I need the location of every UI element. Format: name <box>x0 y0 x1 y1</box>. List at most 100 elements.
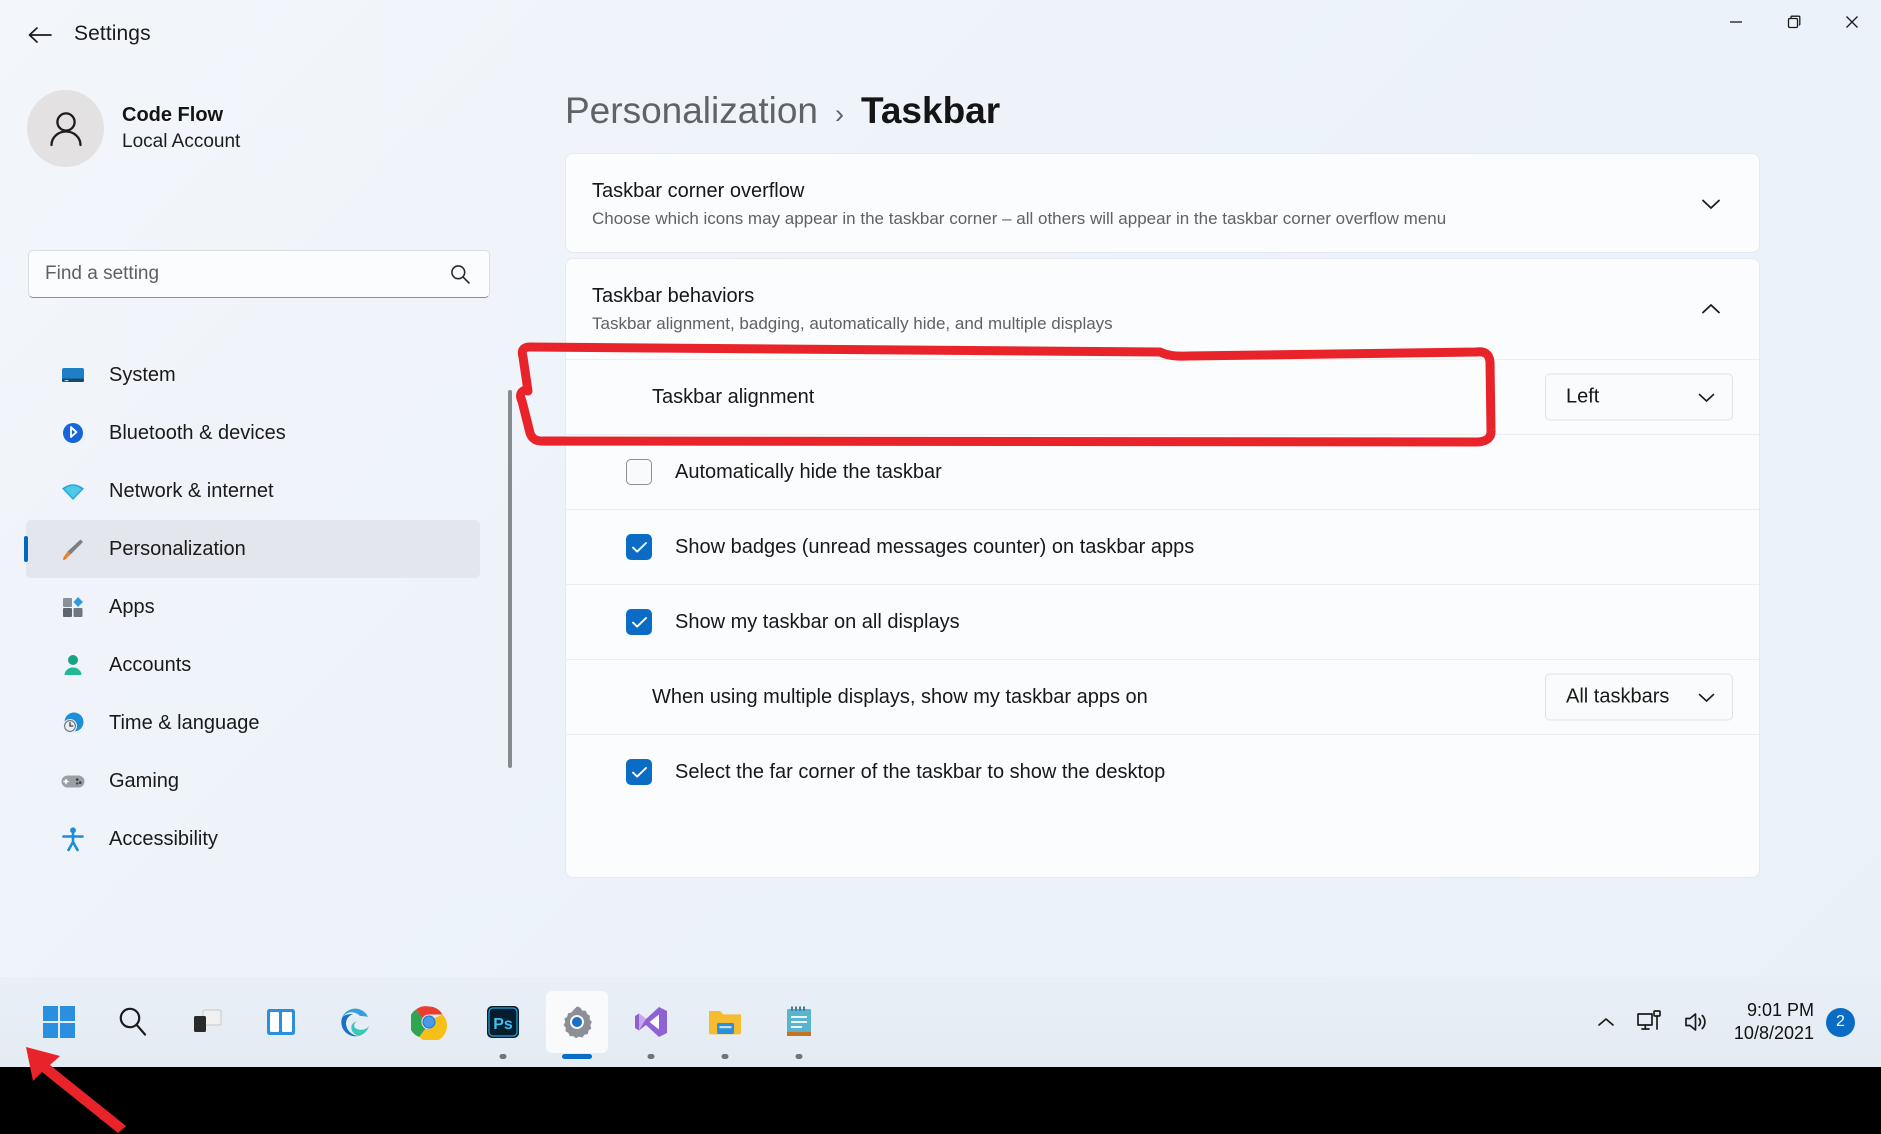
show-taskbar-all-displays-checkbox[interactable] <box>626 609 652 635</box>
minimize-button[interactable] <box>1707 0 1765 44</box>
setting-label: Show my taskbar on all displays <box>675 610 960 633</box>
desktop-background <box>0 1067 1881 1134</box>
speaker-icon <box>1685 1013 1706 1031</box>
sidebar: Code Flow Local Account Find a setting S… <box>0 68 512 977</box>
tray-overflow-button[interactable] <box>1586 991 1626 1053</box>
chevron-up-icon <box>1702 304 1720 314</box>
taskbar-alignment-dropdown[interactable]: Left <box>1545 373 1733 421</box>
sidebar-item-apps[interactable]: Apps <box>26 578 480 636</box>
page-title: Taskbar <box>860 90 1001 131</box>
start-button[interactable] <box>28 991 90 1053</box>
check-icon <box>631 766 647 778</box>
edge-icon <box>341 1008 369 1037</box>
running-indicator <box>795 1054 803 1059</box>
svg-text:Ps: Ps <box>493 1016 513 1033</box>
search-input[interactable] <box>29 263 449 285</box>
setting-row-show-taskbar-all-displays[interactable]: Show my taskbar on all displays <box>566 584 1759 659</box>
show-badges-checkbox[interactable] <box>626 534 652 560</box>
app-title: Settings <box>74 22 151 45</box>
sidebar-item-label: Accessibility <box>109 827 218 850</box>
chrome-icon <box>411 1006 447 1040</box>
card-subtitle: Choose which icons may appear in the tas… <box>592 208 1447 228</box>
widgets-icon <box>267 1009 295 1035</box>
clock-globe-icon <box>58 709 87 738</box>
search-button[interactable] <box>102 991 164 1053</box>
network-button[interactable] <box>1626 991 1674 1053</box>
search-icon <box>119 1007 147 1036</box>
setting-label: Automatically hide the taskbar <box>675 460 942 483</box>
expand-collapse-button[interactable] <box>1691 184 1731 224</box>
card-title: Taskbar corner overflow <box>592 179 805 202</box>
settings[interactable] <box>546 991 608 1059</box>
chevron-down-icon <box>1698 693 1715 702</box>
taskbar: Ps 9:01 PM 10/8/2021 2 <box>0 977 1881 1067</box>
adobe-photoshop[interactable]: Ps <box>472 991 534 1059</box>
close-icon <box>1846 16 1858 28</box>
sidebar-item-personalization[interactable]: Personalization <box>24 520 480 578</box>
breadcrumb-separator: › <box>834 99 844 129</box>
setting-row-taskbar-alignment[interactable]: Taskbar alignment Left <box>566 359 1759 434</box>
maximize-button[interactable] <box>1765 0 1823 44</box>
sidebar-item-time-language[interactable]: Time & language <box>26 694 480 752</box>
multiple-displays-dropdown[interactable]: All taskbars <box>1545 673 1733 721</box>
search-box[interactable] <box>28 250 490 298</box>
far-corner-show-desktop-checkbox[interactable] <box>626 759 652 785</box>
setting-row-far-corner-show-desktop[interactable]: Select the far corner of the taskbar to … <box>566 734 1759 809</box>
setting-row-show-badges[interactable]: Show badges (unread messages counter) on… <box>566 509 1759 584</box>
sidebar-item-gaming[interactable]: Gaming <box>26 752 480 810</box>
account-name: Code Flow <box>122 104 224 127</box>
visual-studio[interactable] <box>620 991 682 1059</box>
back-button[interactable] <box>20 16 60 54</box>
account-block[interactable]: Code Flow Local Account <box>27 90 240 167</box>
folder-icon <box>709 1011 741 1035</box>
windows-logo-icon <box>43 1006 75 1038</box>
volume-button[interactable] <box>1674 991 1720 1053</box>
window-controls <box>1707 0 1881 44</box>
auto-hide-taskbar-checkbox[interactable] <box>626 459 652 485</box>
google-chrome[interactable] <box>398 991 460 1053</box>
setting-row-auto-hide-taskbar[interactable]: Automatically hide the taskbar <box>566 434 1759 509</box>
sidebar-item-label: System <box>109 363 176 386</box>
sidebar-item-bluetooth-devices[interactable]: Bluetooth & devices <box>26 404 480 462</box>
running-indicator <box>721 1054 729 1059</box>
chevron-up-icon <box>1598 1018 1614 1026</box>
sidebar-item-accounts[interactable]: Accounts <box>26 636 480 694</box>
notepad[interactable] <box>768 991 830 1059</box>
sidebar-item-accessibility[interactable]: Accessibility <box>26 810 480 868</box>
clock[interactable]: 9:01 PM 10/8/2021 <box>1720 999 1826 1045</box>
card-taskbar-behaviors[interactable]: Taskbar behaviors Taskbar alignment, bad… <box>565 258 1760 878</box>
card-header[interactable]: Taskbar behaviors Taskbar alignment, bad… <box>566 259 1759 359</box>
settings-gear-icon <box>563 1006 592 1039</box>
bluetooth-icon <box>58 419 87 448</box>
search-icon <box>449 263 489 285</box>
visual-studio-icon <box>635 1007 667 1037</box>
widgets-button[interactable] <box>250 991 312 1053</box>
active-indicator <box>562 1054 592 1059</box>
settings-window: Settings Code Flow Local Account Find a … <box>0 0 1881 977</box>
task-view-icon <box>194 1009 222 1032</box>
setting-row-multiple-displays-apps[interactable]: When using multiple displays, show my ta… <box>566 659 1759 734</box>
dropdown-value: Left <box>1566 385 1600 408</box>
close-button[interactable] <box>1823 0 1881 44</box>
check-icon <box>631 541 647 553</box>
file-explorer[interactable] <box>694 991 756 1059</box>
task-view-button[interactable] <box>176 991 238 1053</box>
sidebar-item-system[interactable]: System <box>26 346 480 404</box>
setting-label: Taskbar alignment <box>652 385 815 408</box>
photoshop-icon: Ps <box>487 1006 519 1038</box>
accessibility-person-icon <box>58 825 87 854</box>
expand-collapse-button[interactable] <box>1691 289 1731 329</box>
breadcrumb-parent[interactable]: Personalization <box>565 90 818 132</box>
sidebar-item-network-internet[interactable]: Network & internet <box>26 462 480 520</box>
card-subtitle: Taskbar alignment, badging, automaticall… <box>592 313 1113 333</box>
chevron-down-icon <box>1702 199 1720 209</box>
card-taskbar-corner-overflow[interactable]: Taskbar corner overflow Choose which ico… <box>565 153 1760 253</box>
setting-label: Select the far corner of the taskbar to … <box>675 760 1166 783</box>
card-header[interactable]: Taskbar corner overflow Choose which ico… <box>566 154 1759 252</box>
sidebar-item-label: Accounts <box>109 653 192 676</box>
check-icon <box>631 616 647 628</box>
apps-grid-icon <box>58 593 87 622</box>
dropdown-value: All taskbars <box>1566 685 1670 708</box>
microsoft-edge[interactable] <box>324 991 386 1053</box>
notification-badge[interactable]: 2 <box>1826 1007 1855 1037</box>
